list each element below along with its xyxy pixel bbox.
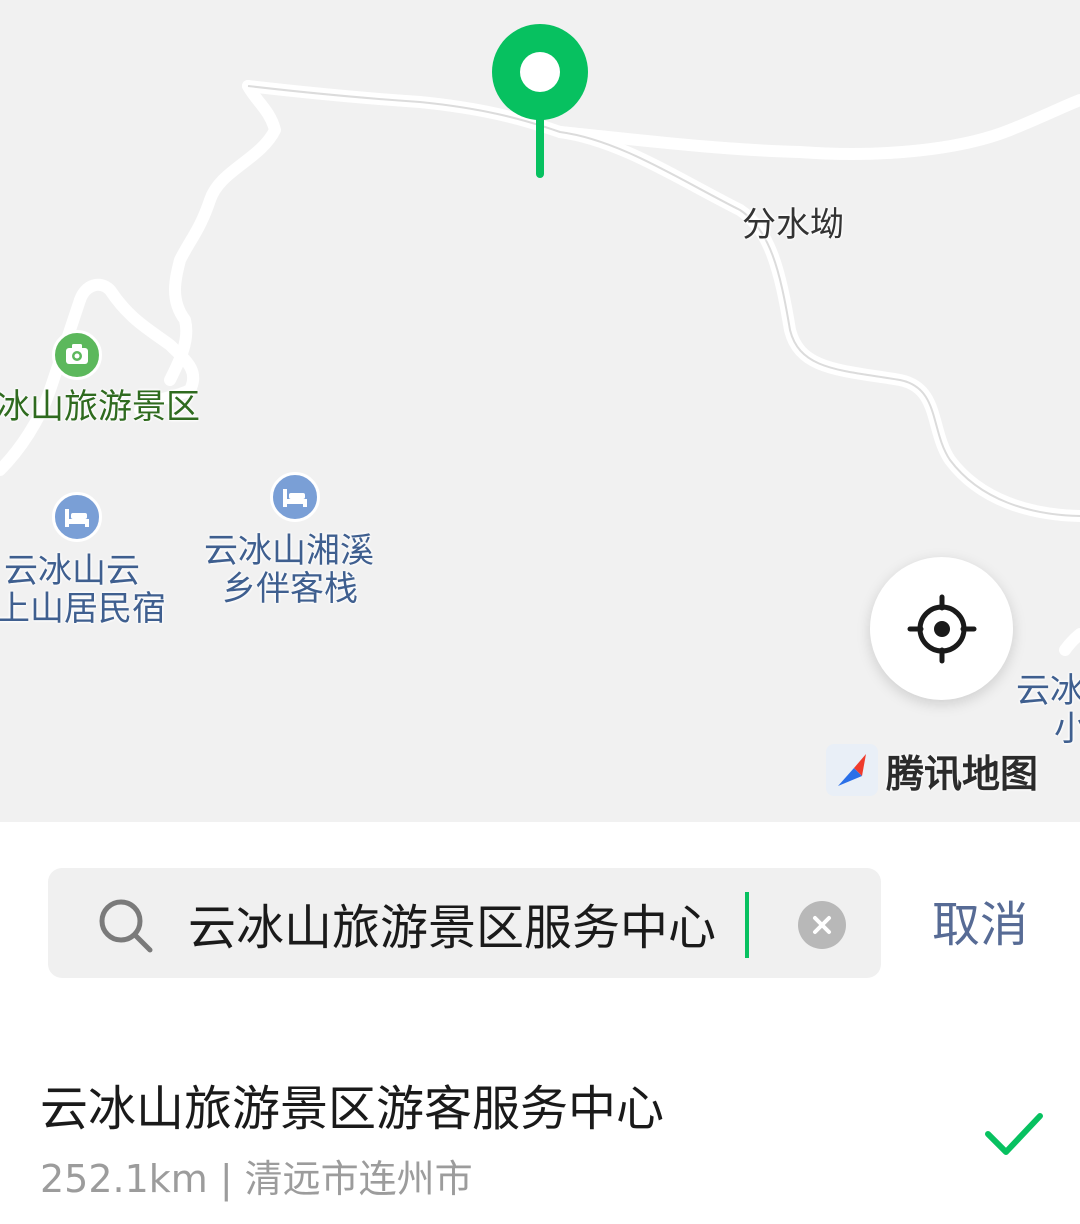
- camera-icon[interactable]: [52, 330, 102, 380]
- poi-label-scenic-area[interactable]: 冰山旅游景区: [0, 388, 200, 426]
- poi-label-fenshuiao[interactable]: 分水坳: [742, 206, 844, 244]
- search-sheet: 云冰山旅游景区服务中心 取消 云冰山旅游景区游客服务中心 252.1km | 清远市…: [0, 822, 1080, 1224]
- result-separator: |: [219, 1157, 233, 1201]
- map-brand: 腾讯地图: [826, 740, 1038, 800]
- map-view[interactable]: 分水坳 冰山旅游景区 云冰山云 上山居民宿 云冰山湘溪 乡伴客栈 云冰 小 腾讯…: [0, 0, 1080, 822]
- result-title: 云冰山旅游景区游客服务中心: [40, 1081, 665, 1137]
- bed-icon[interactable]: [270, 472, 320, 522]
- list-item[interactable]: 云冰山旅游景区游客服务中心 252.1km | 清远市连州市: [0, 1070, 1080, 1224]
- clear-button[interactable]: [798, 901, 846, 949]
- poi-label-homestay-line1[interactable]: 云冰山云: [4, 552, 140, 590]
- poi-label-inn-line1[interactable]: 云冰山湘溪: [204, 532, 374, 570]
- check-icon: [985, 1113, 1043, 1155]
- tencent-map-logo-icon: [826, 744, 878, 796]
- poi-label-inn-line2[interactable]: 乡伴客栈: [222, 570, 358, 608]
- cancel-button[interactable]: 取消: [932, 896, 1028, 954]
- search-input-value[interactable]: 云冰山旅游景区服务中心: [188, 900, 716, 956]
- poi-label-partial-line1[interactable]: 云冰: [1016, 672, 1080, 710]
- clear-icon: [813, 916, 831, 934]
- poi-label-homestay-line2[interactable]: 上山居民宿: [0, 590, 166, 628]
- brand-name: 腾讯地图: [886, 751, 1039, 796]
- locate-icon: [907, 594, 976, 663]
- search-icon: [99, 899, 153, 953]
- result-distance: 252.1km: [40, 1157, 208, 1201]
- map-pin-icon[interactable]: [492, 24, 588, 184]
- text-caret: [745, 892, 749, 958]
- bed-icon[interactable]: [52, 492, 102, 542]
- result-region: 清远市连州市: [244, 1157, 473, 1201]
- locate-button[interactable]: [870, 557, 1013, 700]
- result-subtitle: 252.1km | 清远市连州市: [40, 1156, 473, 1202]
- poi-label-partial-line2[interactable]: 小: [1054, 710, 1080, 748]
